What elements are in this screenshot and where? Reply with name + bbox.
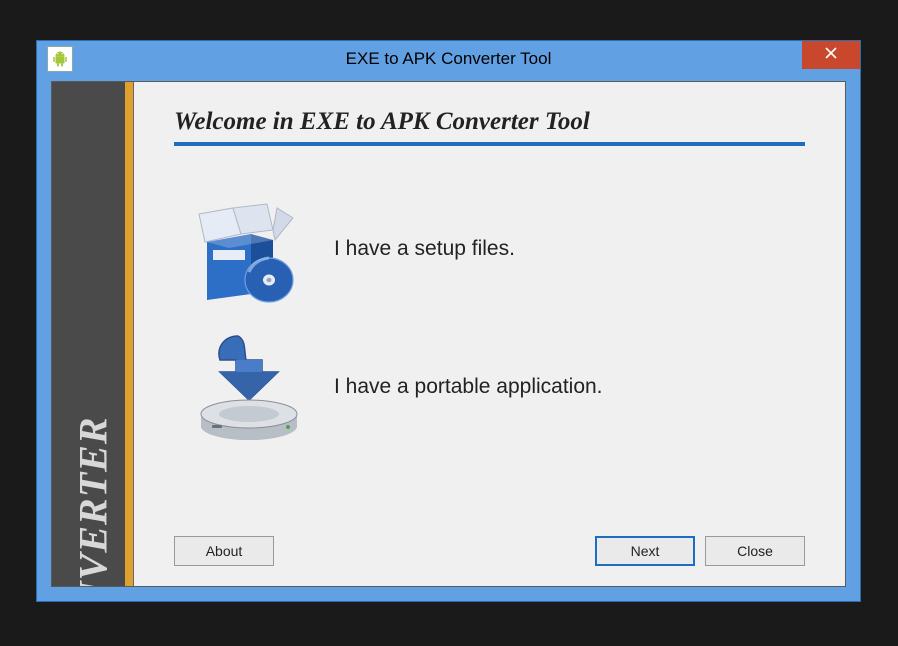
window-title: EXE to APK Converter Tool xyxy=(37,49,860,69)
option-setup-files[interactable]: I have a setup files. xyxy=(194,194,805,304)
next-button[interactable]: Next xyxy=(595,536,695,566)
option-portable-label: I have a portable application. xyxy=(334,375,603,399)
option-portable-app[interactable]: I have a portable application. xyxy=(194,332,805,442)
app-icon xyxy=(47,46,73,72)
titlebar[interactable]: EXE to APK Converter Tool xyxy=(37,41,860,77)
sidebar-brand: EXE to APK CONVERTER xyxy=(69,297,116,587)
sidebar: EXE to APK CONVERTER xyxy=(52,82,134,586)
setup-box-icon xyxy=(194,194,304,304)
option-setup-label: I have a setup files. xyxy=(334,237,515,261)
close-button[interactable]: Close xyxy=(705,536,805,566)
window-close-button[interactable] xyxy=(802,41,860,69)
close-icon xyxy=(824,46,838,65)
welcome-heading: Welcome in EXE to APK Converter Tool xyxy=(174,108,805,146)
main-panel: Welcome in EXE to APK Converter Tool xyxy=(134,82,845,586)
download-drive-icon xyxy=(194,332,304,442)
app-window: EXE to APK Converter Tool EXE to APK CON… xyxy=(36,40,861,602)
button-spacer xyxy=(284,536,585,566)
sidebar-brand-large: CONVERTER xyxy=(70,416,115,586)
sidebar-accent-stripe xyxy=(125,82,133,586)
button-bar: About Next Close xyxy=(174,526,805,570)
about-button[interactable]: About xyxy=(174,536,274,566)
options-list: I have a setup files. xyxy=(174,146,805,526)
client-area: EXE to APK CONVERTER Welcome in EXE to A… xyxy=(51,81,846,587)
